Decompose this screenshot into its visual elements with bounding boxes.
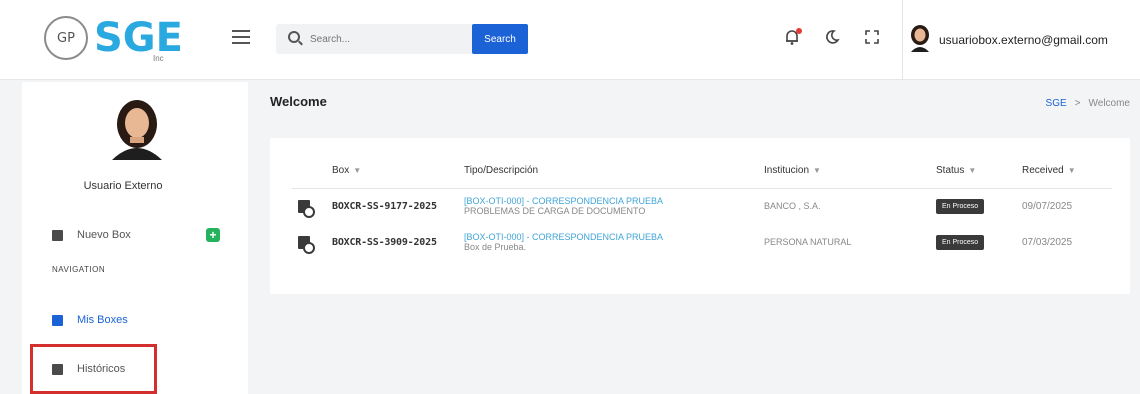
breadcrumb: SGE > Welcome: [1046, 98, 1130, 109]
page-title: Welcome: [270, 94, 327, 109]
column-header-received[interactable]: Received ▼: [1022, 154, 1112, 189]
menu-toggle-icon[interactable]: [232, 30, 250, 44]
user-email: usuariobox.externo@gmail.com: [939, 33, 1108, 47]
user-menu[interactable]: usuariobox.externo@gmail.com: [902, 0, 1140, 80]
filter-icon[interactable]: ▼: [813, 166, 821, 175]
highlight-box: [30, 344, 157, 394]
top-header: GP SGE Inc Search usuariobox.externo@gma…: [0, 0, 1140, 80]
filter-icon[interactable]: ▼: [968, 166, 976, 175]
received-date: 07/03/2025: [1022, 236, 1073, 248]
status-badge: En Proceso: [936, 234, 985, 250]
box-icon: [52, 229, 63, 241]
status-badge: En Proceso: [936, 198, 985, 214]
filter-icon[interactable]: ▼: [353, 166, 361, 175]
boxes-table: Box ▼ Tipo/Descripción Institucion ▼ Statu…: [292, 154, 1112, 260]
institucion: BANCO , S.A.: [764, 200, 821, 211]
new-box-label: Nuevo Box: [77, 229, 131, 241]
column-header-box[interactable]: Box ▼: [332, 154, 464, 189]
boxes-card: Box ▼ Tipo/Descripción Institucion ▼ Statu…: [270, 138, 1130, 294]
search-icon: [288, 31, 300, 43]
profile-name: Usuario Externo: [83, 180, 163, 192]
received-date: 09/07/2025: [1022, 200, 1073, 212]
tipo-description: PROBLEMAS DE CARGA DE DOCUMENTO: [464, 206, 646, 217]
column-header-status[interactable]: Status ▼: [936, 154, 1022, 189]
box-status-icon: [298, 199, 315, 218]
table-row[interactable]: BOXCR-SS-3909-2025 [BOX-OTI-000] - CORRE…: [292, 224, 1112, 260]
table-row[interactable]: BOXCR-SS-9177-2025 [BOX-OTI-000] - CORRE…: [292, 188, 1112, 224]
nav-heading: NAVIGATION: [52, 265, 106, 274]
sidebar-item-mis-boxes[interactable]: Mis Boxes: [52, 309, 128, 331]
box-status-icon: [298, 235, 315, 254]
tipo-description: Box de Prueba.: [464, 242, 527, 252]
breadcrumb-separator: >: [1074, 98, 1081, 109]
moon-icon[interactable]: [822, 28, 842, 48]
box-number[interactable]: BOXCR-SS-3909-2025: [332, 237, 437, 248]
avatar: [909, 24, 931, 52]
column-header-institucion[interactable]: Institucion ▼: [764, 154, 936, 189]
sidebar-item-label: Mis Boxes: [77, 314, 128, 326]
breadcrumb-current: Welcome: [1088, 98, 1131, 109]
breadcrumb-root[interactable]: SGE: [1046, 98, 1067, 109]
notification-dot: [796, 28, 802, 34]
institucion: PERSONA NATURAL: [764, 236, 852, 247]
logo-mark: GP: [44, 16, 88, 60]
tipo-link[interactable]: [BOX-OTI-000] - CORRESPONDENCIA PRUEBA: [464, 196, 764, 206]
box-number[interactable]: BOXCR-SS-9177-2025: [332, 201, 437, 212]
search-input[interactable]: [310, 29, 460, 49]
filter-icon[interactable]: ▼: [1068, 166, 1076, 175]
tipo-link[interactable]: [BOX-OTI-000] - CORRESPONDENCIA PRUEBA: [464, 232, 764, 242]
logo-sub: Inc: [153, 54, 164, 63]
column-header-tipo: Tipo/Descripción: [464, 154, 764, 189]
add-box-icon[interactable]: +: [206, 228, 220, 242]
bell-icon[interactable]: [782, 28, 802, 48]
search-field: [276, 24, 476, 54]
logo-text: SGE: [94, 15, 183, 61]
fullscreen-icon[interactable]: [862, 28, 882, 48]
book-icon: [52, 314, 63, 326]
search-button[interactable]: Search: [472, 24, 528, 54]
new-box-button[interactable]: Nuevo Box: [52, 224, 131, 246]
profile-avatar: [106, 96, 168, 160]
